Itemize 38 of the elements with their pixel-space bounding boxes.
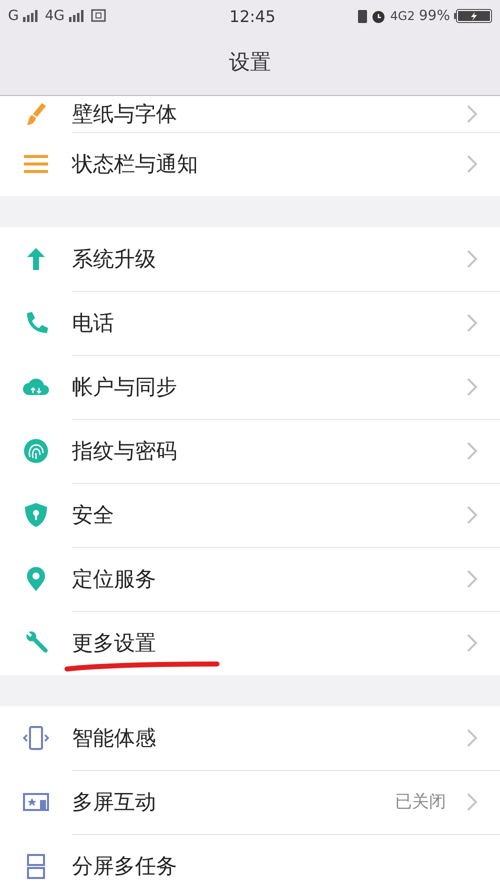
item-label: 帐户与同步 <box>72 374 178 400</box>
shield-icon <box>22 501 50 529</box>
item-label: 电话 <box>72 310 115 336</box>
settings-item[interactable]: 定位服务 <box>0 547 500 611</box>
settings-item[interactable]: 指纹与密码 <box>0 419 500 483</box>
settings-item[interactable]: 更多设置 <box>0 611 500 675</box>
page-title: 设置 <box>229 48 271 76</box>
clock: 12:45 <box>229 6 276 26</box>
item-label: 智能体感 <box>72 724 157 752</box>
settings-item[interactable]: 电话 <box>0 291 500 355</box>
settings-item[interactable]: 智能体感 <box>0 706 500 770</box>
settings-item[interactable]: 帐户与同步 <box>0 355 500 419</box>
fingerprint-icon <box>22 437 50 465</box>
battery-saver-icon <box>358 9 368 23</box>
item-label: 指纹与密码 <box>72 438 178 464</box>
item-label: 状态栏与通知 <box>72 151 199 178</box>
signal-label: 4G <box>44 8 65 24</box>
battery-percent: 99% <box>418 8 450 24</box>
item-value: 已关闭 <box>395 791 446 813</box>
signal-label: G <box>8 8 19 24</box>
network-label: 4G2 <box>390 9 415 23</box>
item-label: 壁纸与字体 <box>72 100 178 128</box>
settings-item[interactable]: 状态栏与通知 <box>0 132 500 196</box>
item-label: 系统升级 <box>72 246 157 272</box>
screenshot-icon <box>90 9 107 23</box>
settings-item[interactable]: 安全 <box>0 483 500 547</box>
item-label: 定位服务 <box>72 566 157 592</box>
settings-item[interactable]: 多屏互动 已关闭 <box>0 770 500 834</box>
item-label: 更多设置 <box>72 630 157 657</box>
battery-icon <box>454 9 492 23</box>
settings-item[interactable]: 分屏多任务 <box>0 834 500 889</box>
settings-item[interactable]: 壁纸与字体 <box>0 96 500 132</box>
alarm-icon <box>371 8 386 24</box>
settings-item[interactable]: 系统升级 <box>0 227 500 291</box>
item-label: 分屏多任务 <box>72 853 178 880</box>
phone-tilt-icon <box>22 724 50 752</box>
item-label: 多屏互动 <box>72 788 157 816</box>
item-label: 安全 <box>72 502 115 528</box>
